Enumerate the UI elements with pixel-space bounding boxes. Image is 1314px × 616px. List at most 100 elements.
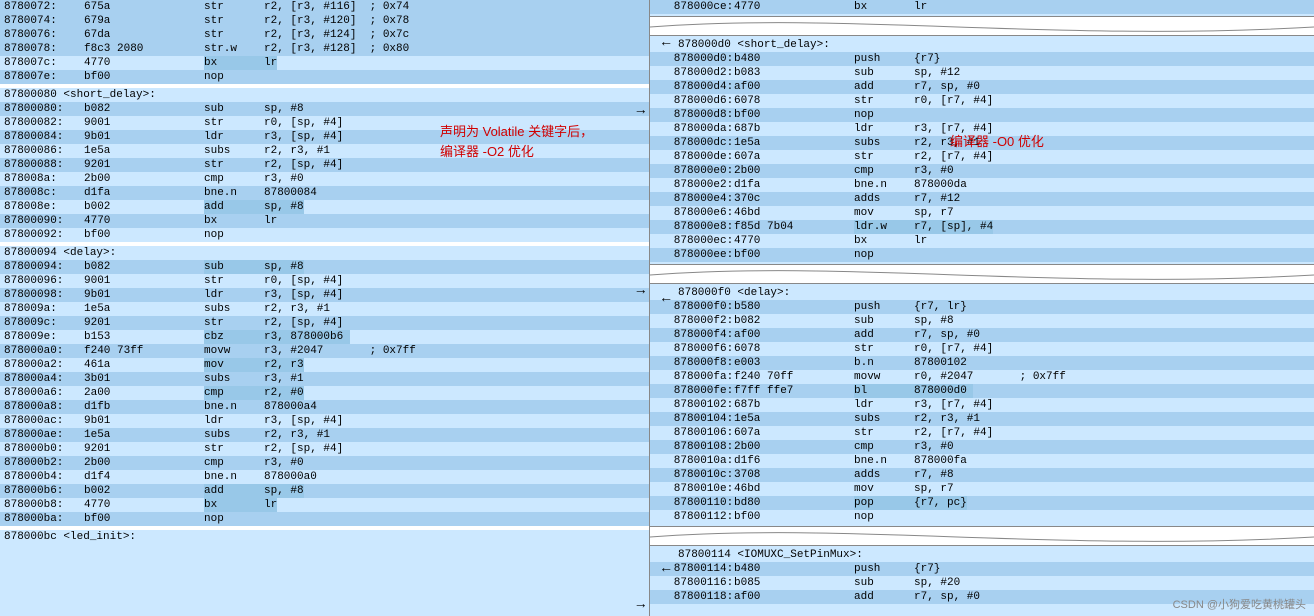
addr: 878000a4: <box>4 372 84 386</box>
hexcode: 2b00 <box>84 172 204 186</box>
asm-row: 878000de:607a str r2, [r7, #4] <box>650 150 1314 164</box>
asm-row: 878000f6:6078 str r0, [r7, #4] <box>650 342 1314 356</box>
hexcode: b085 <box>734 576 854 590</box>
hexcode: b480 <box>734 52 854 66</box>
addr: 878008e: <box>4 200 84 214</box>
mnemonic: bne.n <box>204 470 264 484</box>
mnemonic: bx <box>854 234 914 248</box>
operands: lr <box>914 234 927 248</box>
operands: r2, r3, #1 <box>264 302 330 316</box>
addr: 878000ee: <box>654 248 734 262</box>
hexcode: 9b01 <box>84 414 204 428</box>
asm-row: 8780078:f8c3 2080 str.w r2, [r3, #128] ;… <box>0 42 649 56</box>
hexcode: 9001 <box>84 274 204 288</box>
arrow-right-icon: → <box>637 104 645 118</box>
asm-row: 878009a:1e5a subs r2, r3, #1 <box>0 302 649 316</box>
operands: r2, [r3, #124] ; 0x7c <box>264 28 409 42</box>
operands: sp, r7 <box>914 206 954 220</box>
hexcode: 4770 <box>734 234 854 248</box>
mnemonic: bl <box>854 384 914 398</box>
asm-row: 878000e2:d1fa bne.n 878000da <box>650 178 1314 192</box>
hexcode: af00 <box>734 328 854 342</box>
asm-row: 87800112:bf00 nop <box>650 510 1314 524</box>
addr: 87800080: <box>4 102 84 116</box>
addr: 878000d8: <box>654 108 734 122</box>
addr: 878000f2: <box>654 314 734 328</box>
addr: 8780010c: <box>654 468 734 482</box>
arrow-right-icon: → <box>637 284 645 298</box>
asm-row: 878000ce:4770 bx lr <box>650 0 1314 14</box>
hexcode: b580 <box>734 300 854 314</box>
addr: 8780072: <box>4 0 84 14</box>
addr: 878000ce: <box>654 0 734 14</box>
operands: 878000da <box>914 178 973 192</box>
asm-row: 878000a2:461a mov r2, r3 <box>0 358 649 372</box>
mnemonic: mov <box>854 206 914 220</box>
operands: r3, [sp, #4] <box>264 414 343 428</box>
asm-row: 878000f8:e003 b.n 87800102 <box>650 356 1314 370</box>
mnemonic: nop <box>204 228 264 242</box>
operands: r2, [r7, #4] <box>914 150 993 164</box>
asm-row: 878000e0:2b00 cmp r3, #0 <box>650 164 1314 178</box>
asm-row: 878000fa:f240 70ff movw r0, #2047 ; 0x7f… <box>650 370 1314 384</box>
arrow-left-icon: ← <box>662 292 670 306</box>
asm-row: 878000a8:d1fb bne.n 878000a4 <box>0 400 649 414</box>
hexcode: 9001 <box>84 116 204 130</box>
addr: 87800082: <box>4 116 84 130</box>
operands: r0, [sp, #4] <box>264 274 343 288</box>
hexcode: 4770 <box>84 498 204 512</box>
mnemonic: str <box>204 316 264 330</box>
addr: 87800088: <box>4 158 84 172</box>
asm-row: 878000d6:6078 str r0, [r7, #4] <box>650 94 1314 108</box>
addr: 87800116: <box>654 576 734 590</box>
operands: r2, [r7, #4] <box>914 426 993 440</box>
hexcode: bf00 <box>84 228 204 242</box>
hexcode: bd80 <box>734 496 854 510</box>
mnemonic: push <box>854 52 914 66</box>
hexcode: 3708 <box>734 468 854 482</box>
hexcode: d1fb <box>84 400 204 414</box>
hexcode: 1e5a <box>734 412 854 426</box>
operands: r7, sp, #0 <box>914 80 980 94</box>
mnemonic: add <box>854 80 914 94</box>
left-pane: 8780072:675a str r2, [r3, #116] ; 0x7487… <box>0 0 650 616</box>
asm-row: 878008a:2b00 cmp r3, #0 <box>0 172 649 186</box>
addr: 878008a: <box>4 172 84 186</box>
hexcode: 6078 <box>734 342 854 356</box>
operands: lr <box>264 498 277 512</box>
hexcode: 1e5a <box>734 136 854 150</box>
operands: 878000a0 <box>264 470 323 484</box>
hexcode: d1f6 <box>734 454 854 468</box>
addr: 878008c: <box>4 186 84 200</box>
asm-row: 878009e:b153 cbz r3, 878000b6 <box>0 330 649 344</box>
operands: r2, [r3, #116] ; 0x74 <box>264 0 409 14</box>
addr: 878000d2: <box>654 66 734 80</box>
mnemonic: str <box>204 442 264 456</box>
mnemonic: str <box>854 150 914 164</box>
asm-row: 878000f4:af00 add r7, sp, #0 <box>650 328 1314 342</box>
addr: 87800108: <box>654 440 734 454</box>
hexcode: bf00 <box>734 248 854 262</box>
hexcode: 46bd <box>734 482 854 496</box>
addr: 8780076: <box>4 28 84 42</box>
func-label: 87800114 <IOMUXC_SetPinMux>: <box>650 548 1314 562</box>
addr: 878000e6: <box>654 206 734 220</box>
mnemonic: push <box>854 300 914 314</box>
hexcode: b082 <box>84 260 204 274</box>
operands: r3, [r7, #4] <box>914 398 993 412</box>
hexcode: 370c <box>734 192 854 206</box>
operands: {r7} <box>914 52 940 66</box>
addr: 878000de: <box>654 150 734 164</box>
addr: 878009c: <box>4 316 84 330</box>
asm-row: 878000ac:9b01 ldr r3, [sp, #4] <box>0 414 649 428</box>
operands: sp, #8 <box>264 200 304 214</box>
hexcode: b002 <box>84 200 204 214</box>
asm-row: 878000f0:b580 push {r7, lr} <box>650 300 1314 314</box>
asm-row: 878000b0:9201 str r2, [sp, #4] <box>0 442 649 456</box>
addr: 87800112: <box>654 510 734 524</box>
asm-row: 878000b2:2b00 cmp r3, #0 <box>0 456 649 470</box>
mnemonic: cmp <box>204 172 264 186</box>
addr: 87800086: <box>4 144 84 158</box>
operands: 878000fa <box>914 454 973 468</box>
asm-row: 878000e8:f85d 7b04 ldr.w r7, [sp], #4 <box>650 220 1314 234</box>
